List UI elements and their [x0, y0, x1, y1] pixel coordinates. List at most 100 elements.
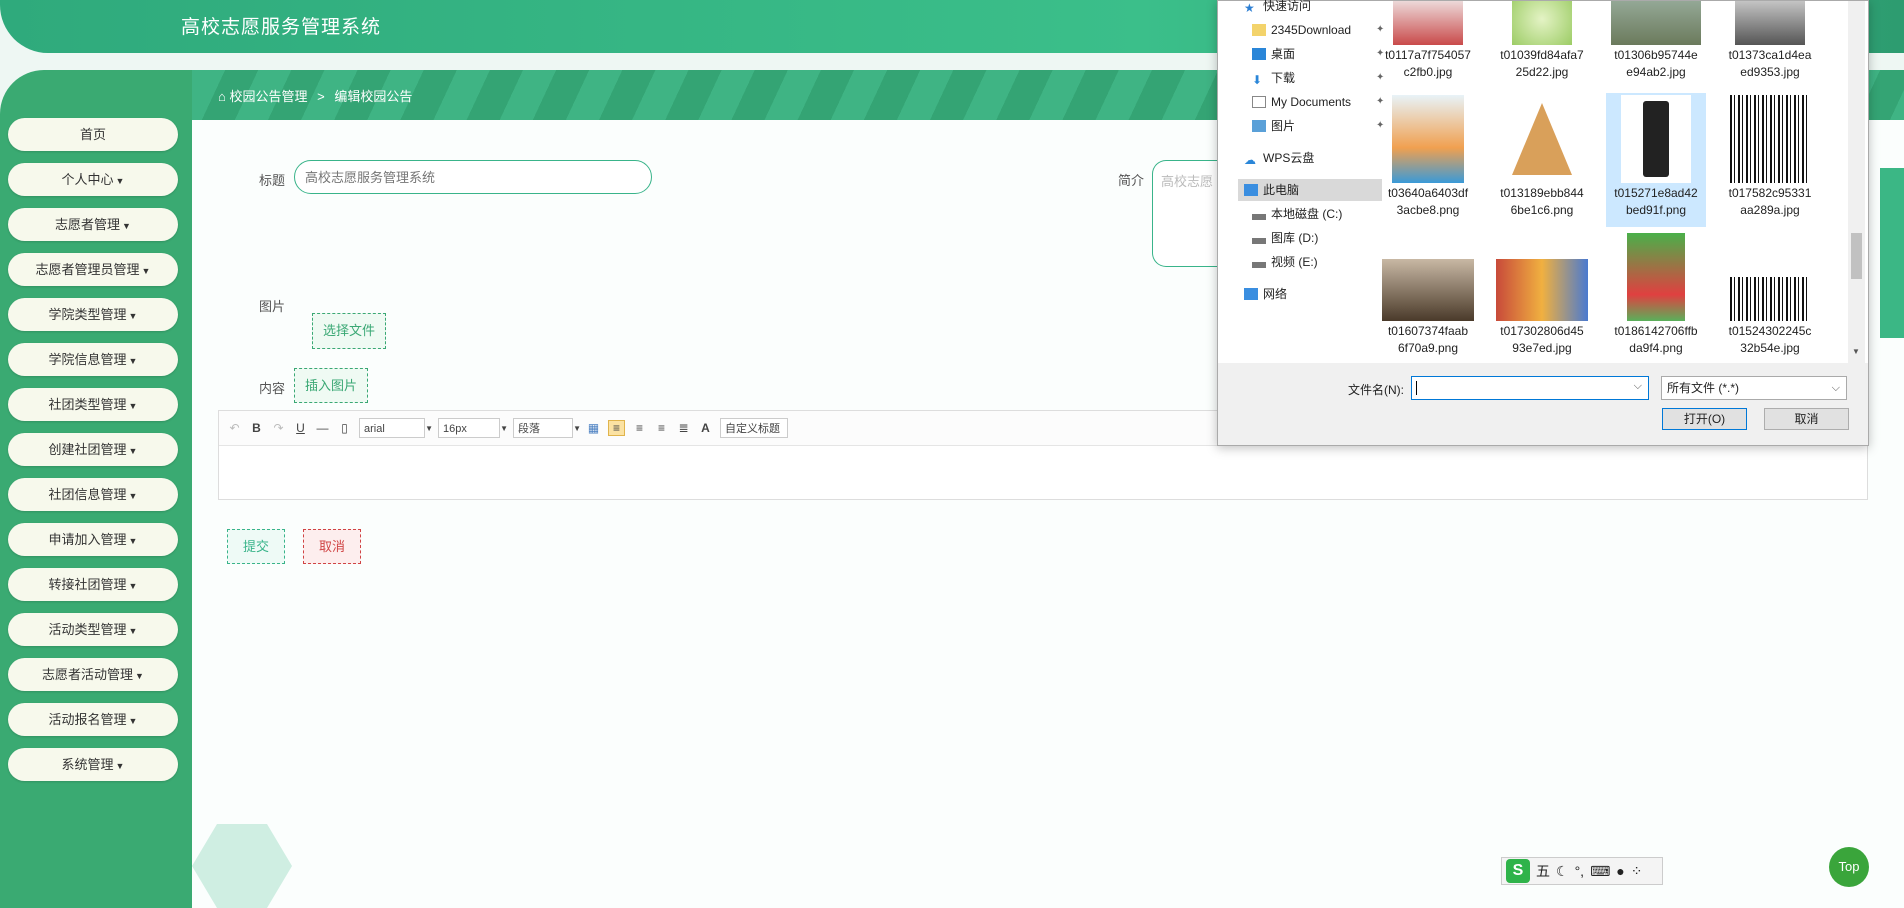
chevron-down-icon[interactable]: ⌵ — [1634, 380, 1642, 393]
filename-input[interactable]: ⌵ — [1411, 376, 1649, 400]
file-item[interactable]: t0117a7f754057 c2fb0.jpg — [1378, 1, 1478, 81]
file-item[interactable]: t01607374faab 6f70a9.png — [1378, 233, 1478, 357]
sidebar-item-personal-center[interactable]: 个人中心 ▼ — [8, 163, 178, 196]
underline-button[interactable]: U — [293, 421, 308, 435]
breadcrumb: ⌂ 校园公告管理 > 编辑校园公告 — [218, 86, 412, 105]
paragraph-select[interactable]: 段落 ▼ — [513, 418, 581, 438]
sidebar-item-college-info[interactable]: 学院信息管理 ▼ — [8, 343, 178, 376]
paragraph-value: 段落 — [518, 423, 540, 435]
undo-icon[interactable]: ↶ — [227, 421, 242, 435]
computer-icon — [1244, 184, 1258, 196]
punctuation-icon[interactable]: °, — [1575, 863, 1585, 879]
font-family-value: arial — [364, 423, 385, 435]
file-item[interactable]: t01306b95744e e94ab2.jpg — [1606, 1, 1706, 81]
tree-drive-c[interactable]: 本地磁盘 (C:) — [1252, 203, 1342, 225]
breadcrumb-parent[interactable]: 校园公告管理 — [229, 89, 307, 104]
file-name-line1: t01524302245c — [1728, 324, 1812, 338]
tree-this-pc[interactable]: 此电脑 — [1238, 179, 1382, 201]
back-to-top-button[interactable]: Top — [1829, 847, 1869, 887]
summary-placeholder: 高校志愿 — [1161, 174, 1214, 189]
dialog-cancel-button[interactable]: 取消 — [1764, 408, 1849, 430]
grid-icon[interactable]: ⁘ — [1631, 863, 1643, 880]
file-list-scrollbar[interactable]: ▼ — [1848, 1, 1865, 363]
sidebar-item-club-transfer[interactable]: 转接社团管理 ▼ — [8, 568, 178, 601]
filetype-select[interactable]: 所有文件 (*.*) ⌵ — [1661, 376, 1847, 400]
ime-mode-indicator[interactable]: 五 — [1536, 861, 1550, 881]
file-item[interactable]: t017582c95331 aa289a.jpg — [1720, 95, 1820, 219]
sidebar-item-club-info[interactable]: 社团信息管理 ▼ — [8, 478, 178, 511]
tree-quick-access[interactable]: ★ 快速访问 — [1244, 0, 1311, 17]
choose-file-button[interactable]: 选择文件 — [312, 313, 386, 349]
sidebar-item-volunteer-activity[interactable]: 志愿者活动管理 ▼ — [8, 658, 178, 691]
sidebar-item-system[interactable]: 系统管理 ▼ — [8, 748, 178, 781]
caret-down-icon: ▼ — [122, 221, 131, 231]
tree-drive-e[interactable]: 视频 (E:) — [1252, 251, 1318, 273]
file-item[interactable]: t01373ca1d4ea ed9353.jpg — [1720, 1, 1820, 81]
keyboard-icon[interactable]: ⌨ — [1590, 863, 1610, 880]
decorative-stripe — [1880, 168, 1904, 338]
sidebar-item-label: 转接社团管理 — [48, 577, 127, 592]
moon-icon[interactable]: ☾ — [1556, 863, 1569, 880]
title-input[interactable] — [294, 160, 652, 194]
custom-heading-select[interactable]: 自定义标题 — [720, 418, 788, 438]
sidebar-item-volunteer[interactable]: 志愿者管理 ▼ — [8, 208, 178, 241]
scroll-down-icon[interactable]: ▼ — [1852, 347, 1860, 356]
align-justify-icon[interactable]: ≣ — [676, 421, 691, 435]
align-center-icon[interactable]: ≡ — [654, 421, 669, 435]
tree-desktop[interactable]: 桌面 ✦ — [1252, 43, 1392, 65]
dropdown-arrow-icon: ▼ — [573, 424, 581, 433]
sidebar-item-home[interactable]: 首页 — [8, 118, 178, 151]
sidebar-item-join-request[interactable]: 申请加入管理 ▼ — [8, 523, 178, 556]
font-color-button[interactable]: A — [698, 421, 713, 435]
scrollbar-thumb[interactable] — [1851, 233, 1862, 279]
font-size-select[interactable]: 16px ▼ — [438, 418, 508, 438]
sidebar-item-label: 学院信息管理 — [48, 352, 127, 367]
tree-label: 本地磁盘 (C:) — [1271, 207, 1343, 221]
sidebar-item-create-club[interactable]: 创建社团管理 ▼ — [8, 433, 178, 466]
caret-down-icon: ▼ — [128, 626, 138, 636]
sidebar-item-college-type[interactable]: 学院类型管理 ▼ — [8, 298, 178, 331]
tree-wps-cloud[interactable]: ☁ WPS云盘 — [1244, 147, 1314, 169]
file-item[interactable]: t017302806d45 93e7ed.jpg — [1492, 233, 1592, 357]
tree-my-documents[interactable]: My Documents ✦ — [1252, 91, 1392, 113]
file-name-line1: t01039fd84afa7 — [1500, 48, 1584, 62]
tree-downloads[interactable]: ⬇ 下载 ✦ — [1252, 67, 1392, 89]
sidebar-item-volunteer-admin[interactable]: 志愿者管理员管理 ▼ — [8, 253, 178, 286]
bold-button[interactable]: B — [249, 421, 264, 435]
tree-pictures[interactable]: 图片 ✦ — [1252, 115, 1392, 137]
cancel-button[interactable]: 取消 — [303, 529, 361, 564]
paste-icon[interactable]: ▯ — [337, 421, 352, 435]
horizontal-rule-icon[interactable]: — — [315, 421, 330, 435]
sidebar-item-club-type[interactable]: 社团类型管理 ▼ — [8, 388, 178, 421]
caret-down-icon: ▼ — [128, 536, 138, 546]
sidebar-item-label: 社团类型管理 — [48, 397, 127, 412]
file-item[interactable]: t03640a6403df 3acbe8.png — [1378, 95, 1478, 219]
file-item[interactable]: t01524302245c 32b54e.jpg — [1720, 233, 1820, 357]
align-right-icon[interactable]: ≡ — [632, 421, 647, 435]
align-left-icon[interactable]: ≡ — [608, 420, 625, 436]
tree-drive-d[interactable]: 图库 (D:) — [1252, 227, 1318, 249]
file-item-selected[interactable]: t015271e8ad42 bed91f.png — [1606, 93, 1706, 227]
content-label: 内容 — [259, 381, 286, 396]
summary-label: 简介 — [1118, 173, 1145, 188]
insert-image-button[interactable]: 插入图片 — [294, 368, 368, 403]
tree-2345download[interactable]: 2345Download ✦ — [1252, 19, 1392, 41]
redo-icon[interactable]: ↷ — [271, 421, 286, 435]
sidebar-item-activity-signup[interactable]: 活动报名管理 ▼ — [8, 703, 178, 736]
table-icon[interactable]: ▦ — [586, 421, 601, 435]
caret-down-icon: ▼ — [115, 761, 125, 771]
sidebar-item-activity-type[interactable]: 活动类型管理 ▼ — [8, 613, 178, 646]
font-family-select[interactable]: arial ▼ — [359, 418, 433, 438]
file-item[interactable]: t01039fd84afa7 25d22.jpg — [1492, 1, 1592, 81]
submit-button[interactable]: 提交 — [227, 529, 285, 564]
open-button[interactable]: 打开(O) — [1662, 408, 1747, 430]
file-item[interactable]: t013189ebb844 6be1c6.png — [1492, 95, 1592, 219]
sogou-logo-icon[interactable]: S — [1506, 859, 1530, 883]
user-icon[interactable]: ● — [1616, 863, 1624, 879]
sidebar-item-label: 活动报名管理 — [48, 712, 127, 727]
filetype-value: 所有文件 (*.*) — [1667, 381, 1740, 395]
file-item[interactable]: t0186142706ffb da9f4.png — [1606, 233, 1706, 357]
tree-network[interactable]: 网络 — [1244, 283, 1287, 305]
sidebar-item-label: 志愿者活动管理 — [42, 667, 134, 682]
document-icon — [1252, 96, 1266, 108]
